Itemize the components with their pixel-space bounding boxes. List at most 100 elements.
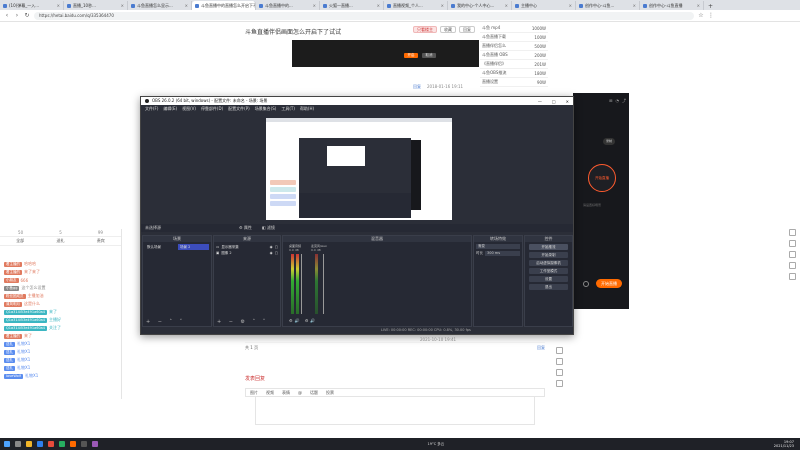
chat-user-badge[interactable]: 小鱼gg xyxy=(4,285,20,291)
source-item[interactable]: ▣ 图像 2 ◉ ▢ xyxy=(216,250,278,256)
editor-tool[interactable]: 表情 xyxy=(282,390,290,396)
browser-tab[interactable]: 创作中心-斗鱼直播 × xyxy=(640,1,704,10)
chat-user-badge[interactable]: 看主播的 xyxy=(4,333,22,339)
obs-menu-item[interactable]: 文件(F) xyxy=(145,106,158,112)
app-icon[interactable] xyxy=(788,273,796,280)
bookmark-icon[interactable] xyxy=(788,240,796,247)
properties-button[interactable]: ⚙ 属性 xyxy=(239,225,252,231)
douyu-icon[interactable] xyxy=(70,441,76,447)
settings-icon[interactable] xyxy=(583,281,589,287)
browser-tab[interactable]: (10)弹幕_一入... × xyxy=(0,1,64,10)
edit-icon[interactable] xyxy=(555,347,563,354)
start-icon[interactable] xyxy=(4,441,10,447)
app-icon[interactable] xyxy=(59,441,65,447)
browser-tab[interactable]: 斗鱼直播怎么显示... × xyxy=(128,1,192,10)
search-icon[interactable] xyxy=(15,441,21,447)
star-icon[interactable]: ☆ xyxy=(698,12,704,19)
editor-tool[interactable]: 视频 xyxy=(266,390,274,396)
tab-close-icon[interactable]: × xyxy=(57,3,60,8)
editor-tool[interactable]: @ xyxy=(298,390,302,395)
chat-tab-vip[interactable]: 贵宾 xyxy=(97,238,105,244)
like-icon[interactable] xyxy=(555,358,563,365)
obs-menu-item[interactable]: 帮助(H) xyxy=(300,106,314,112)
obs-menu-item[interactable]: 停靠部件(D) xyxy=(201,106,223,112)
volume-slider[interactable] xyxy=(301,254,302,314)
back-to-top-icon[interactable] xyxy=(555,380,563,387)
start-live-circle-button[interactable]: 开始直播 xyxy=(588,164,616,192)
app-icon[interactable] xyxy=(48,441,54,447)
chat-user-badge[interactable]: Q1a314i53e491a60a4 xyxy=(4,325,48,331)
related-item[interactable]: 斗鱼直播 OBS 200W xyxy=(480,51,548,60)
transition-duration-input[interactable]: 300 ms xyxy=(485,251,520,256)
weather-widget[interactable]: 19°C 多云 xyxy=(428,442,445,447)
browser-tab[interactable]: 直播_10秒... × xyxy=(64,1,128,10)
transition-select[interactable]: 渐变 xyxy=(476,244,520,249)
plus-icon[interactable] xyxy=(788,229,796,236)
obs-preview[interactable] xyxy=(266,118,452,220)
record-toggle[interactable]: 录制 xyxy=(603,138,615,145)
browser-tab[interactable]: 我的中心-个人中心... × xyxy=(448,1,512,10)
lock-icon[interactable]: ▢ xyxy=(275,250,278,256)
browser-tab[interactable]: 主播中心 × xyxy=(512,1,576,10)
scene-item-selected[interactable]: 场景 2 xyxy=(178,244,209,250)
favorite-button[interactable]: 收藏 xyxy=(440,26,456,33)
new-tab-button[interactable]: + xyxy=(704,3,717,10)
tab-close-icon[interactable]: × xyxy=(121,3,124,8)
obs-control-button[interactable]: 开始录制 xyxy=(529,252,568,258)
editor-textarea[interactable] xyxy=(255,397,535,425)
related-item[interactable]: 斗鱼OBS推流 180W xyxy=(480,69,548,78)
folder-icon[interactable] xyxy=(26,441,32,447)
related-item[interactable]: 斗鱼直播下载 100W xyxy=(480,33,548,42)
editor-tool[interactable]: 话题 xyxy=(310,390,318,396)
browser-tab[interactable]: 斗鱼直播中的... × xyxy=(256,1,320,10)
chat-user-badge[interactable]: 送礼 xyxy=(4,357,15,363)
tab-close-icon[interactable]: × xyxy=(185,3,188,8)
obs-menu-item[interactable]: 配置文件(P) xyxy=(228,106,250,112)
obs-menu-item[interactable]: 工具(T) xyxy=(281,106,295,112)
scenes-dock-toolbar[interactable]: + − ˄ ˅ xyxy=(143,319,211,326)
related-item[interactable]: 《直播伴侣》 201W xyxy=(480,60,548,69)
tab-close-icon[interactable]: × xyxy=(441,3,444,8)
menu-icon[interactable]: ⋮ xyxy=(708,12,714,19)
article-video-thumbnail[interactable]: 开启 取消 xyxy=(292,40,479,67)
tab-close-icon[interactable]: × xyxy=(313,3,316,8)
filters-button[interactable]: ◧ 滤镜 xyxy=(262,225,275,231)
chat-user-badge[interactable]: 送礼 xyxy=(4,349,15,355)
mixer-mute-controls[interactable]: ⚙🔊 ⚙🔊 xyxy=(289,318,317,323)
browser-tab-active[interactable]: 斗鱼直播中的直播怎么开启下不...× xyxy=(192,1,256,10)
download-icon[interactable] xyxy=(788,262,796,269)
tab-close-icon[interactable]: × xyxy=(633,3,636,8)
chat-user-badge[interactable]: Q1a314i53e491a60a4 xyxy=(4,309,48,315)
sources-dock-toolbar[interactable]: + − ⚙ ˄ ˅ xyxy=(214,319,280,326)
comment-icon[interactable] xyxy=(555,369,563,376)
go-live-button[interactable]: 开始直播 xyxy=(596,279,622,288)
browser-tab[interactable]: 直播视频_个人... × xyxy=(384,1,448,10)
obs-menu-item[interactable]: 场景集合(S) xyxy=(255,106,277,112)
share-icon[interactable]: ⤴ xyxy=(622,98,626,104)
browser-tab[interactable]: 创作中心-斗鱼... × xyxy=(576,1,640,10)
chat-user-badge[interactable]: 送礼 xyxy=(4,365,15,371)
related-item[interactable]: 直播设置 90W xyxy=(480,78,548,87)
refresh-icon[interactable]: ↻ xyxy=(24,12,30,19)
only-author-button[interactable]: 只看楼主 xyxy=(413,26,437,33)
reply-button[interactable]: 回复 xyxy=(459,26,475,33)
url-field[interactable]: https://hetai.baidu.com/q/335364470 xyxy=(34,11,694,20)
tab-close-icon[interactable]: × xyxy=(697,3,700,8)
chat-user-badge[interactable]: 看主播的 xyxy=(4,269,22,275)
edge-icon[interactable] xyxy=(37,441,43,447)
tab-close-icon[interactable]: × xyxy=(569,3,572,8)
volume-slider[interactable] xyxy=(323,254,324,314)
back-icon[interactable]: ‹ xyxy=(4,12,10,19)
reply-link[interactable]: 回复 xyxy=(537,345,545,351)
scene-item[interactable]: 默认场景 xyxy=(145,244,176,250)
eye-icon[interactable]: ◉ xyxy=(270,250,273,256)
thumb-confirm-button[interactable]: 开启 xyxy=(404,53,418,58)
tab-close-icon[interactable]: × xyxy=(505,3,508,8)
chat-user-badge[interactable]: 小朋友 xyxy=(4,277,19,283)
chat-tab-all[interactable]: 全部 xyxy=(16,238,24,244)
minimize-icon[interactable]: — xyxy=(538,99,542,104)
chat-user-badge[interactable]: 清风明月 xyxy=(4,301,22,307)
thumb-cancel-button[interactable]: 取消 xyxy=(422,53,436,58)
editor-tool[interactable]: 投票 xyxy=(326,390,334,396)
grid-icon[interactable]: ⊞ xyxy=(609,98,612,104)
